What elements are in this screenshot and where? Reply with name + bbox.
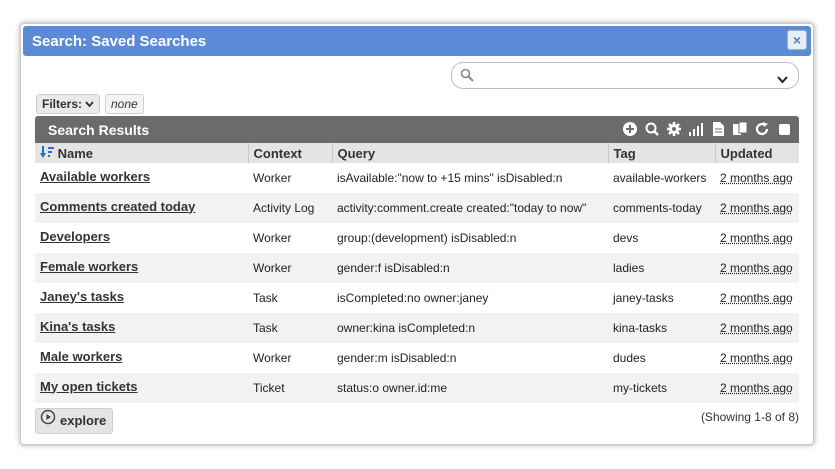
saved-searches-dialog: Search: Saved Searches × Filters: none S… <box>20 23 814 445</box>
row-updated: 2 months ago <box>720 351 793 365</box>
dialog-titlebar[interactable]: Search: Saved Searches × <box>23 26 811 56</box>
explore-button[interactable]: explore <box>35 408 114 434</box>
row-name-link[interactable]: Kina's tasks <box>40 319 115 334</box>
row-updated: 2 months ago <box>715 193 799 223</box>
column-header-updated[interactable]: Updated <box>715 143 799 163</box>
column-label: Name <box>57 145 94 161</box>
results-count: (Showing 1-8 of 8) <box>700 410 799 424</box>
row-tag: kina-tasks <box>608 313 715 343</box>
results-toolbar <box>621 120 793 138</box>
search-icon[interactable] <box>643 120 661 138</box>
row-query: isAvailable:"now to +15 mins" isDisabled… <box>337 171 563 185</box>
row-context: Worker <box>248 253 332 283</box>
row-query: status:o owner.id:me <box>332 373 608 403</box>
filters-label: Filters: <box>42 97 83 111</box>
column-header-tag[interactable]: Tag <box>608 143 716 163</box>
table-row: Janey's tasks Task isCompleted:no owner:… <box>35 283 799 313</box>
row-updated: 2 months ago <box>715 313 799 343</box>
row-tag: my-tickets <box>608 373 715 403</box>
row-query: gender:m isDisabled:n <box>337 351 457 365</box>
row-query: gender:f isDisabled:n <box>332 253 608 283</box>
play-icon <box>40 409 56 433</box>
document-icon[interactable] <box>709 120 727 138</box>
row-tag: janey-tasks <box>613 291 674 305</box>
checkbox-icon[interactable] <box>775 120 793 138</box>
column-header-name[interactable]: Name <box>35 143 249 163</box>
row-context: Ticket <box>248 373 332 403</box>
chevron-down-icon <box>85 97 95 111</box>
results-header: Search Results <box>35 116 799 143</box>
column-header-context[interactable]: Context <box>248 143 333 163</box>
column-header-query[interactable]: Query <box>332 143 609 163</box>
row-query: isCompleted:no owner:janey <box>337 291 489 305</box>
row-name-link[interactable]: Available workers <box>40 169 150 184</box>
table-row: Comments created today Activity Log acti… <box>35 193 799 223</box>
row-updated: 2 months ago <box>720 291 793 305</box>
table-row: Kina's tasks Task owner:kina isCompleted… <box>35 313 799 343</box>
row-context: Worker <box>253 231 292 245</box>
search-icon <box>460 68 474 87</box>
chart-icon[interactable] <box>687 120 705 138</box>
table-row: My open tickets Ticket status:o owner.id… <box>35 373 799 403</box>
row-context: Activity Log <box>248 193 332 223</box>
row-name-link[interactable]: Female workers <box>40 259 138 274</box>
row-name-link[interactable]: Male workers <box>40 349 122 364</box>
row-tag: comments-today <box>608 193 715 223</box>
row-query: group:(development) isDisabled:n <box>337 231 517 245</box>
results-footer: explore (Showing 1-8 of 8) <box>35 408 799 434</box>
close-icon: × <box>792 32 802 48</box>
table-row: Developers Worker group:(development) is… <box>35 223 799 253</box>
table-row: Available workers Worker isAvailable:"no… <box>35 163 799 193</box>
row-tag: devs <box>613 231 639 245</box>
row-updated: 2 months ago <box>720 231 793 245</box>
results-table: Name Context Query Tag Updated Available… <box>35 143 799 403</box>
row-query: owner:kina isCompleted:n <box>332 313 608 343</box>
row-updated: 2 months ago <box>720 171 793 185</box>
row-tag: available-workers <box>613 171 707 185</box>
gear-icon[interactable] <box>665 120 683 138</box>
search-box[interactable] <box>451 62 799 89</box>
row-name-link[interactable]: Comments created today <box>40 199 195 214</box>
row-query: activity:comment.create created:"today t… <box>332 193 608 223</box>
chevron-down-icon[interactable] <box>777 71 788 89</box>
table-row: Female workers Worker gender:f isDisable… <box>35 253 799 283</box>
row-context: Task <box>248 313 332 343</box>
sort-icon <box>40 145 54 161</box>
row-name-link[interactable]: Janey's tasks <box>40 289 124 304</box>
refresh-icon[interactable] <box>753 120 771 138</box>
filters-dropdown[interactable]: Filters: <box>36 94 101 114</box>
row-updated: 2 months ago <box>715 373 799 403</box>
row-name-link[interactable]: Developers <box>40 229 110 244</box>
dialog-title: Search: Saved Searches <box>32 33 207 50</box>
row-context: Worker <box>253 351 292 365</box>
row-tag: ladies <box>608 253 715 283</box>
row-context: Task <box>253 291 278 305</box>
row-context: Worker <box>253 171 292 185</box>
add-icon[interactable] <box>621 120 639 138</box>
copy-icon[interactable] <box>731 120 749 138</box>
table-row: Male workers Worker gender:m isDisabled:… <box>35 343 799 373</box>
explore-label: explore <box>60 413 107 428</box>
row-tag: dudes <box>613 351 646 365</box>
search-input[interactable] <box>480 66 774 86</box>
table-header-row: Name Context Query Tag Updated <box>35 143 799 163</box>
row-name-link[interactable]: My open tickets <box>40 379 138 394</box>
close-button[interactable]: × <box>787 30 807 50</box>
search-results-panel: Search Results Name Context Query Tag Up… <box>35 116 799 406</box>
row-updated: 2 months ago <box>715 253 799 283</box>
results-title: Search Results <box>48 122 150 138</box>
filters-value[interactable]: none <box>105 94 144 114</box>
